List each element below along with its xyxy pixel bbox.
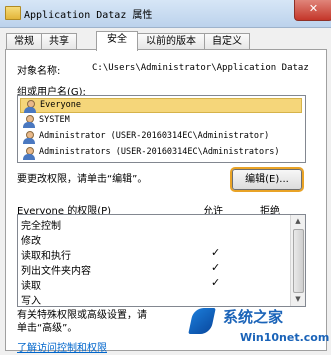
list-item-administrator[interactable]: Administrator (USER-20160314EC\Administr…	[20, 130, 302, 145]
permissions-scrollbar[interactable]: ▲ ▼	[290, 215, 305, 306]
title-bar: Application Dataz 属性 ✕	[0, 0, 331, 28]
perm-write: 写入	[21, 296, 41, 307]
perm-read-execute: 读取和执行	[21, 251, 71, 262]
watermark-site: Win10net.com	[240, 331, 330, 344]
object-name-value: C:\Users\Administrator\Application Dataz	[92, 63, 309, 73]
user-icon	[22, 131, 36, 144]
list-item-label: Administrator (USER-20160314EC\Administr…	[39, 131, 270, 141]
perm-full-control: 完全控制	[21, 221, 61, 232]
list-item-label: SYSTEM	[39, 115, 70, 125]
learn-access-control-link[interactable]: 了解访问控制和权限	[17, 339, 107, 354]
edit-button[interactable]: 编辑(E)...	[232, 169, 302, 190]
tab-general[interactable]: 常规	[6, 33, 42, 50]
tab-customize[interactable]: 自定义	[204, 33, 250, 50]
perm-list-folder: 列出文件夹内容	[21, 266, 91, 277]
advanced-note: 有关特殊权限或高级设置，请 单击“高级”。	[17, 309, 147, 335]
tab-previous-versions[interactable]: 以前的版本	[137, 33, 205, 50]
user-group-icon	[23, 100, 37, 113]
user-group-icon	[22, 115, 36, 128]
perm-read: 读取	[21, 281, 41, 292]
list-item-everyone[interactable]: Everyone	[20, 98, 302, 113]
advanced-note-line1: 有关特殊权限或高级设置，请	[17, 310, 147, 321]
scroll-thumb[interactable]	[293, 229, 304, 293]
window-title: Application Dataz 属性	[24, 10, 153, 21]
folder-icon	[5, 6, 21, 20]
allow-check-icon: ✓	[211, 261, 221, 274]
windows-logo-icon	[188, 308, 216, 334]
close-button[interactable]: ✕	[294, 0, 331, 21]
object-name-label: 对象名称:	[17, 66, 61, 77]
allow-check-icon: ✓	[211, 276, 221, 289]
list-item-system[interactable]: SYSTEM	[20, 114, 302, 129]
group-user-list[interactable]: Everyone SYSTEM Administrator (USER-2016…	[17, 95, 306, 163]
perm-modify: 修改	[21, 236, 41, 247]
list-item-administrators[interactable]: Administrators (USER-20160314EC\Administ…	[20, 146, 302, 161]
tab-security[interactable]: 安全	[96, 31, 138, 51]
watermark: 系统之家 Win10net.com	[185, 300, 331, 355]
list-item-label: Everyone	[40, 100, 81, 110]
scroll-up-arrow-icon[interactable]: ▲	[291, 215, 305, 228]
allow-check-icon: ✓	[211, 246, 221, 259]
tab-sharing[interactable]: 共享	[41, 33, 77, 50]
permissions-list[interactable]: 完全控制 修改 读取和执行 ✓ 列出文件夹内容 ✓ 读取 ✓ 写入 ▲ ▼	[17, 214, 306, 307]
list-item-label: Administrators (USER-20160314EC\Administ…	[39, 147, 280, 157]
watermark-brand: 系统之家	[223, 308, 284, 326]
advanced-note-line2: 单击“高级”。	[17, 323, 78, 334]
change-permissions-hint: 要更改权限，请单击“编辑”。	[17, 174, 148, 185]
user-group-icon	[22, 147, 36, 160]
